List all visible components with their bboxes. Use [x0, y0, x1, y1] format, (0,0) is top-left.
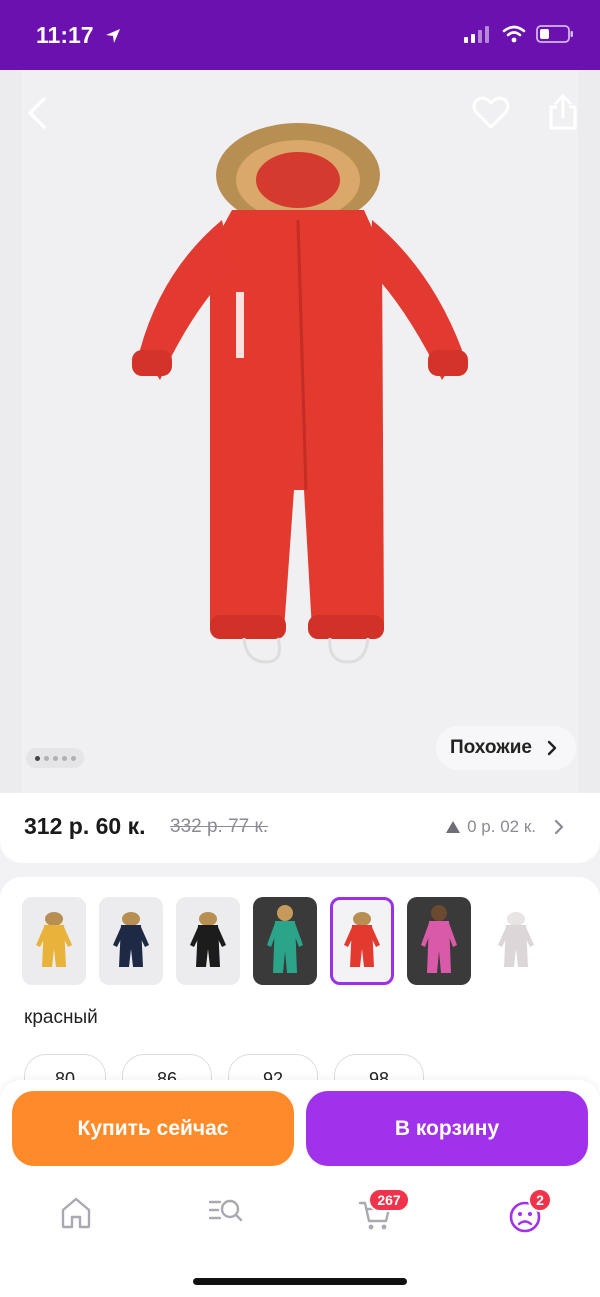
home-indicator	[193, 1278, 407, 1285]
price-change-value: 0 р. 02 к.	[467, 817, 536, 836]
tab-cart[interactable]: 267	[358, 1188, 418, 1240]
image-pagination	[26, 748, 84, 768]
pink-snowsuit-thumb	[421, 905, 457, 973]
red-snowsuit-thumb	[344, 912, 380, 967]
old-price: 332 р. 77 к.	[170, 816, 269, 837]
status-time: 11:17	[36, 22, 122, 49]
similar-products-button[interactable]: Похожие	[436, 726, 576, 770]
selected-color-name: красный	[24, 1007, 98, 1028]
triangle-up-icon	[446, 821, 461, 833]
tab-profile[interactable]: 2	[508, 1188, 558, 1240]
chevron-right-icon	[547, 740, 557, 756]
bottom-action-bar: Купить сейчас В корзину 267 2	[0, 1080, 600, 1297]
color-swatch-black[interactable]	[176, 897, 240, 985]
teal-snowsuit-thumb	[267, 905, 303, 973]
product-photo	[22, 70, 578, 795]
price-card: 312 р. 60 к. 332 р. 77 к. 0 р. 02 к.	[0, 793, 600, 863]
tab-bar: 267 2	[0, 1188, 600, 1246]
similar-label: Похожие	[450, 737, 532, 758]
price-change-button[interactable]: 0 р. 02 к.	[445, 817, 566, 837]
color-swatch-red[interactable]	[330, 897, 394, 985]
pagination-dot	[52, 755, 58, 761]
pagination-dot	[61, 755, 67, 761]
white-snowsuit-thumb	[498, 912, 534, 967]
color-swatch-teal[interactable]	[253, 897, 317, 985]
status-bar: 11:17	[0, 0, 600, 70]
current-price: 312 р. 60 к.	[24, 813, 146, 839]
share-icon[interactable]	[547, 93, 579, 131]
status-time-text: 11:17	[36, 22, 94, 48]
product-image-gallery[interactable]	[0, 70, 600, 795]
pagination-dot	[34, 755, 40, 761]
color-swatch-yellow[interactable]	[22, 897, 86, 985]
color-swatch-white[interactable]	[484, 897, 548, 985]
battery-icon	[536, 25, 573, 43]
home-icon[interactable]	[60, 1196, 92, 1230]
color-swatch-navy[interactable]	[99, 897, 163, 985]
heart-icon[interactable]	[472, 96, 510, 130]
wifi-icon	[502, 25, 526, 43]
chevron-right-icon	[554, 819, 564, 835]
catalog-search-icon[interactable]	[208, 1196, 244, 1228]
navy-snowsuit-thumb	[113, 912, 149, 967]
location-arrow-icon	[105, 29, 120, 43]
back-chevron-icon[interactable]	[22, 95, 52, 131]
signal-icon	[464, 26, 489, 43]
status-indicators	[464, 24, 574, 44]
color-swatches	[22, 897, 548, 985]
cart-count-badge: 267	[368, 1188, 410, 1212]
color-swatch-pink[interactable]	[407, 897, 471, 985]
pagination-dot	[70, 755, 76, 761]
pagination-dot	[43, 755, 49, 761]
add-to-cart-button[interactable]: В корзину	[306, 1091, 588, 1166]
black-snowsuit-thumb	[190, 912, 226, 967]
red-snowsuit-image	[132, 123, 468, 664]
profile-count-badge: 2	[528, 1188, 552, 1212]
yellow-snowsuit-thumb	[36, 912, 72, 967]
buy-now-button[interactable]: Купить сейчас	[12, 1091, 294, 1166]
